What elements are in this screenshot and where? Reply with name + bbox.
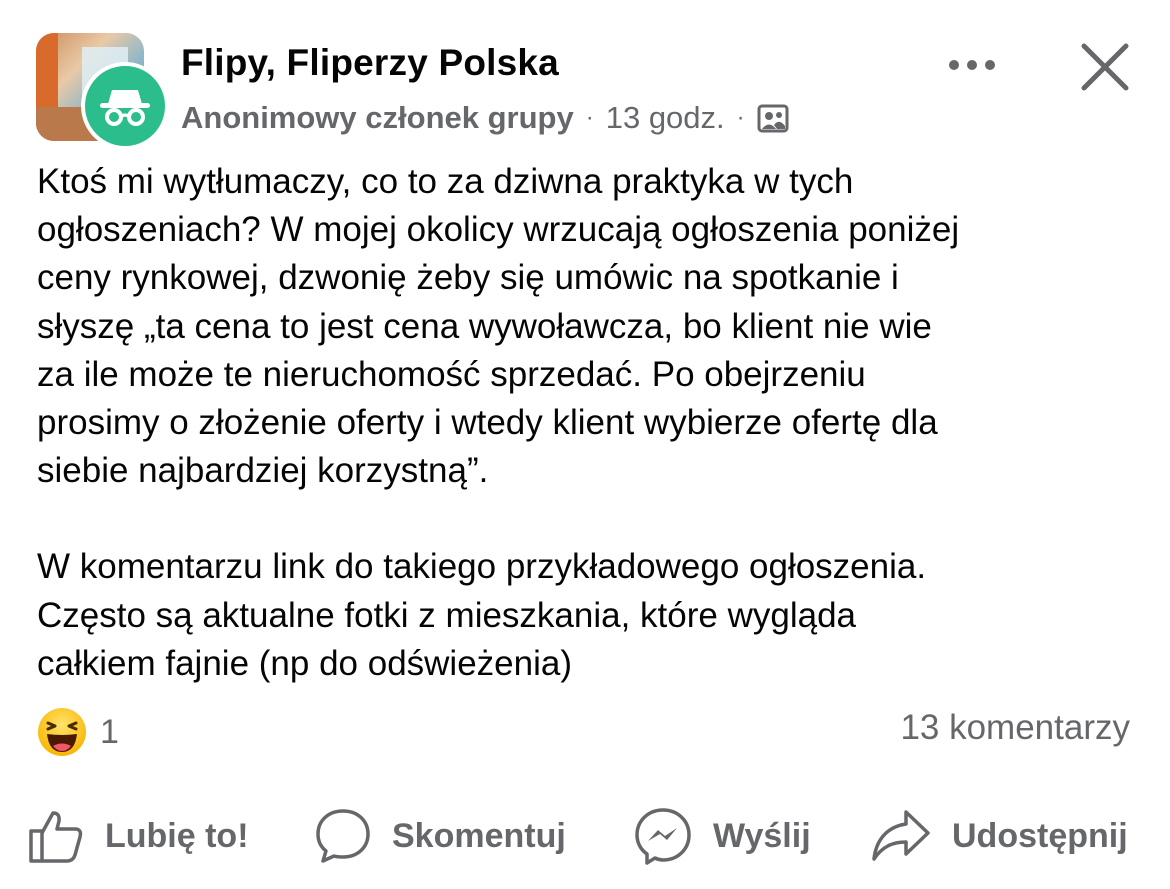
thumbs-up-icon bbox=[29, 811, 83, 863]
comment-bubble-icon bbox=[316, 809, 370, 863]
like-label: Lubię to! bbox=[105, 816, 249, 855]
comments-count-link[interactable]: 13 komentarzy bbox=[900, 708, 1130, 748]
close-button[interactable] bbox=[1078, 40, 1132, 94]
group-members-icon bbox=[757, 102, 789, 134]
author-name[interactable]: Anonimowy członek grupy bbox=[181, 100, 574, 136]
post-paragraph: Ktoś mi wytłumaczy, co to za dziwna prak… bbox=[37, 162, 960, 491]
separator-dot: · bbox=[585, 104, 594, 131]
messenger-icon bbox=[635, 808, 691, 865]
incognito-icon[interactable] bbox=[81, 62, 169, 150]
send-button[interactable]: Wyślij bbox=[633, 796, 811, 876]
like-button[interactable]: Lubię to! bbox=[27, 796, 249, 876]
comment-button[interactable]: Skomentuj bbox=[314, 796, 566, 876]
close-icon bbox=[1081, 43, 1129, 91]
post-header: Flipy, Fliperzy Polska Anonimowy członek… bbox=[0, 0, 1170, 150]
share-arrow-icon bbox=[872, 810, 930, 861]
send-label: Wyślij bbox=[713, 816, 811, 855]
reactions-summary[interactable]: 1 bbox=[36, 706, 119, 758]
more-horizontal-icon bbox=[949, 60, 995, 70]
reaction-count: 1 bbox=[100, 712, 119, 751]
post-body: Ktoś mi wytłumaczy, co to za dziwna prak… bbox=[37, 158, 1137, 688]
comment-label: Skomentuj bbox=[392, 816, 566, 855]
post-meta: Anonimowy członek grupy · 13 godz. · bbox=[181, 98, 789, 138]
share-button[interactable]: Udostępnij bbox=[870, 796, 1128, 876]
more-options-button[interactable] bbox=[944, 50, 1000, 80]
share-label: Udostępnij bbox=[952, 816, 1128, 855]
separator-dot: · bbox=[736, 104, 745, 131]
post-time[interactable]: 13 godz. bbox=[606, 100, 725, 136]
post-action-bar: Lubię to! Skomentuj Wyślij Udostępnij bbox=[0, 796, 1170, 876]
group-name-link[interactable]: Flipy, Fliperzy Polska bbox=[181, 42, 559, 84]
post-paragraph: W komentarzu link do takiego przykładowe… bbox=[37, 547, 927, 683]
haha-emoji-icon bbox=[36, 706, 88, 758]
